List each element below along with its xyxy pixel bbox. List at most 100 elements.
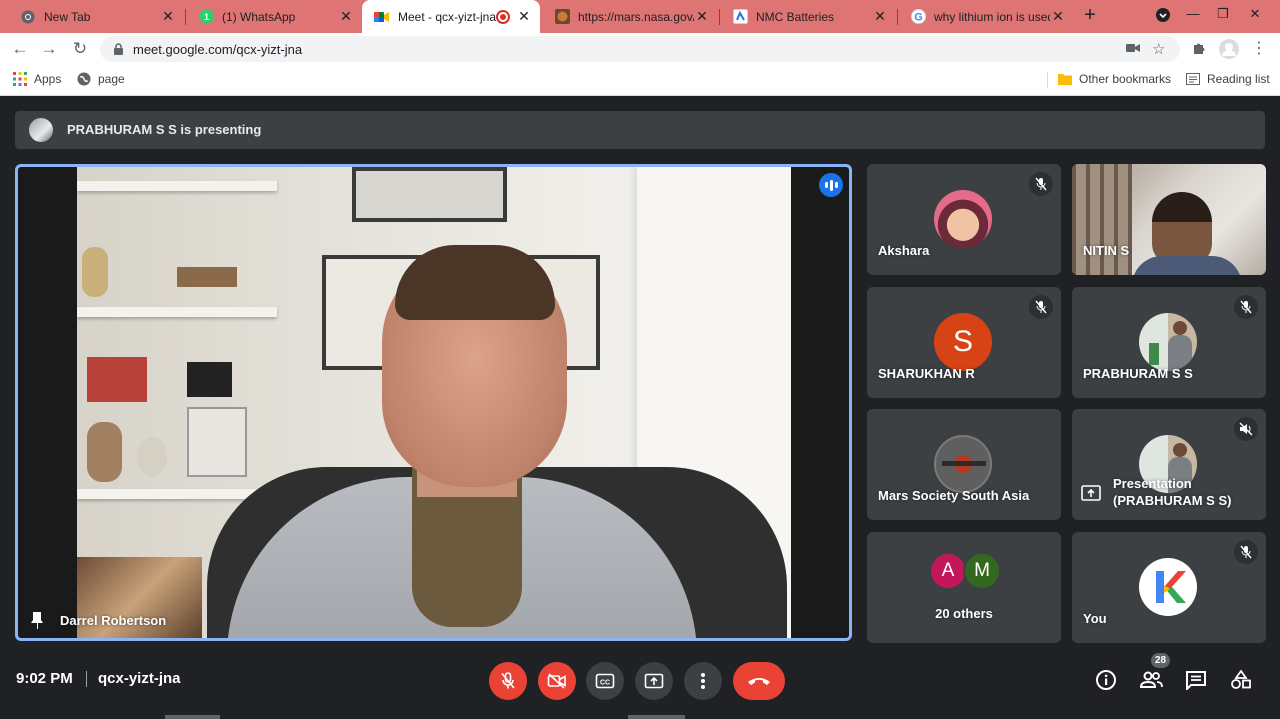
tab-strip: New Tab ✕ 1 (1) WhatsApp ✕ Meet - qcx-yi… bbox=[0, 0, 1280, 33]
mic-off-icon bbox=[1234, 295, 1258, 319]
bookmark-apps[interactable]: Apps bbox=[13, 72, 61, 86]
restore-button[interactable]: ❐ bbox=[1206, 0, 1240, 30]
presenting-banner: PRABHURAM S S is presenting bbox=[15, 111, 1265, 149]
tab-title: NMC Batteries bbox=[756, 9, 835, 24]
close-icon[interactable]: ✕ bbox=[516, 8, 532, 25]
participant-tile-prabhuram[interactable]: PRABHURAM S S bbox=[1072, 287, 1266, 398]
whatsapp-icon: 1 bbox=[198, 9, 214, 25]
tab-search-icon[interactable] bbox=[1146, 0, 1180, 30]
browser-toolbar: ← → ↻ meet.google.com/qcx-yizt-jna ☆ ⋮ bbox=[0, 33, 1280, 65]
reload-button[interactable]: ↻ bbox=[68, 37, 92, 61]
close-icon[interactable]: ✕ bbox=[694, 8, 710, 25]
participant-name: You bbox=[1083, 611, 1107, 626]
video-detail bbox=[77, 181, 277, 191]
participant-name: PRABHURAM S S bbox=[1083, 366, 1193, 381]
tab-google-search[interactable]: G why lithium ion is used ✕ bbox=[898, 2, 1074, 31]
present-screen-icon bbox=[644, 673, 664, 689]
participant-tile-you[interactable]: You bbox=[1072, 532, 1266, 643]
participant-name: Presentation (PRABHURAM S S) bbox=[1113, 476, 1232, 508]
tab-new-tab[interactable]: New Tab ✕ bbox=[8, 2, 184, 31]
meeting-code[interactable]: qcx-yizt-jna bbox=[98, 670, 181, 687]
extensions-icon[interactable] bbox=[1186, 37, 1210, 61]
reading-list-button[interactable]: Reading list bbox=[1186, 72, 1270, 86]
tab-nmc-batteries[interactable]: NMC Batteries ✕ bbox=[720, 2, 896, 31]
more-vert-icon[interactable]: ⋮ bbox=[1247, 37, 1271, 61]
tab-nasa[interactable]: https://mars.nasa.gov/ ✕ bbox=[542, 2, 718, 31]
captions-button[interactable]: CC bbox=[586, 662, 624, 700]
mic-off-icon bbox=[1029, 172, 1053, 196]
mic-off-icon bbox=[1234, 540, 1258, 564]
mic-toggle-button[interactable] bbox=[489, 662, 527, 700]
tab-meet[interactable]: Meet - qcx-yizt-jna ✕ bbox=[362, 0, 540, 33]
bookmark-other-bookmarks[interactable]: Other bookmarks bbox=[1058, 72, 1171, 86]
close-icon[interactable]: ✕ bbox=[160, 8, 176, 25]
chat-button[interactable] bbox=[1182, 666, 1210, 694]
google-icon: G bbox=[910, 9, 926, 25]
camera-off-icon bbox=[547, 673, 566, 689]
recording-icon bbox=[496, 9, 510, 24]
tab-title: New Tab bbox=[44, 9, 91, 24]
nasa-icon bbox=[554, 9, 570, 25]
globe-icon bbox=[77, 72, 91, 86]
chat-icon bbox=[1186, 671, 1206, 690]
avatar bbox=[1139, 313, 1197, 371]
participant-tile-nitin[interactable]: NITIN S bbox=[1072, 164, 1266, 275]
participant-name: Darrel Robertson bbox=[60, 613, 167, 628]
address-bar[interactable]: meet.google.com/qcx-yizt-jna ☆ bbox=[100, 36, 1180, 62]
info-icon bbox=[1096, 670, 1116, 690]
more-options-button[interactable] bbox=[684, 662, 722, 700]
closed-captions-icon: CC bbox=[595, 673, 615, 689]
star-icon[interactable]: ☆ bbox=[1152, 40, 1165, 58]
tab-title: (1) WhatsApp bbox=[222, 9, 296, 24]
meeting-details-button[interactable] bbox=[1092, 666, 1120, 694]
others-count: 20 others bbox=[935, 606, 993, 621]
tab-whatsapp[interactable]: 1 (1) WhatsApp ✕ bbox=[186, 2, 362, 31]
avatar bbox=[934, 190, 992, 248]
bookmarks-bar: Apps page Other bookmarks Reading list bbox=[0, 65, 1280, 96]
scroll-indicator bbox=[628, 715, 685, 719]
close-window-button[interactable]: ✕ bbox=[1238, 0, 1272, 30]
participants-button[interactable] bbox=[1137, 666, 1165, 694]
profile-avatar[interactable] bbox=[1217, 37, 1241, 61]
camera-icon[interactable] bbox=[1126, 40, 1140, 57]
back-button[interactable]: ← bbox=[8, 37, 32, 61]
bookmark-label: page bbox=[98, 72, 125, 86]
present-screen-icon bbox=[1081, 485, 1101, 506]
close-icon[interactable]: ✕ bbox=[872, 8, 888, 25]
bookmark-label: Apps bbox=[34, 72, 62, 86]
participant-tile-others[interactable]: A M 20 others bbox=[867, 532, 1061, 643]
reading-list-icon bbox=[1186, 73, 1200, 85]
participant-tile-sharukhan[interactable]: S SHARUKHAN R bbox=[867, 287, 1061, 398]
present-now-button[interactable] bbox=[635, 662, 673, 700]
participants-count-badge: 28 bbox=[1151, 653, 1170, 668]
chrome-icon bbox=[20, 9, 36, 25]
bookmark-label: Other bookmarks bbox=[1079, 72, 1172, 86]
close-icon[interactable]: ✕ bbox=[1050, 8, 1066, 25]
minimize-button[interactable]: — bbox=[1176, 0, 1210, 30]
apps-grid-icon bbox=[13, 72, 27, 86]
video-detail bbox=[77, 307, 277, 317]
activities-icon bbox=[1231, 670, 1251, 689]
bookmark-page[interactable]: page bbox=[77, 72, 125, 86]
mars-society-logo bbox=[934, 435, 992, 493]
page-icon bbox=[732, 9, 748, 25]
participant-tile-mars-society[interactable]: Mars Society South Asia bbox=[867, 409, 1061, 520]
forward-button[interactable]: → bbox=[37, 37, 61, 61]
meeting-time: 9:02 PM bbox=[16, 670, 73, 687]
video-detail bbox=[1152, 192, 1212, 222]
video-detail bbox=[77, 247, 277, 497]
bookmark-label: Reading list bbox=[1207, 72, 1270, 86]
pin-icon[interactable] bbox=[30, 611, 44, 634]
main-speaker-video[interactable]: Darrel Robertson bbox=[15, 164, 852, 641]
participant-tile-akshara[interactable]: Akshara bbox=[867, 164, 1061, 275]
close-icon[interactable]: ✕ bbox=[338, 8, 354, 25]
activities-button[interactable] bbox=[1227, 666, 1255, 694]
leave-call-button[interactable] bbox=[733, 662, 785, 700]
participant-tile-presentation[interactable]: Presentation (PRABHURAM S S) bbox=[1072, 409, 1266, 520]
scroll-indicator bbox=[165, 715, 220, 719]
camera-toggle-button[interactable] bbox=[538, 662, 576, 700]
participant-name: Akshara bbox=[878, 243, 930, 258]
video-feed bbox=[77, 167, 791, 638]
new-tab-button[interactable]: + bbox=[1080, 5, 1100, 25]
url-text: meet.google.com/qcx-yizt-jna bbox=[133, 42, 303, 57]
